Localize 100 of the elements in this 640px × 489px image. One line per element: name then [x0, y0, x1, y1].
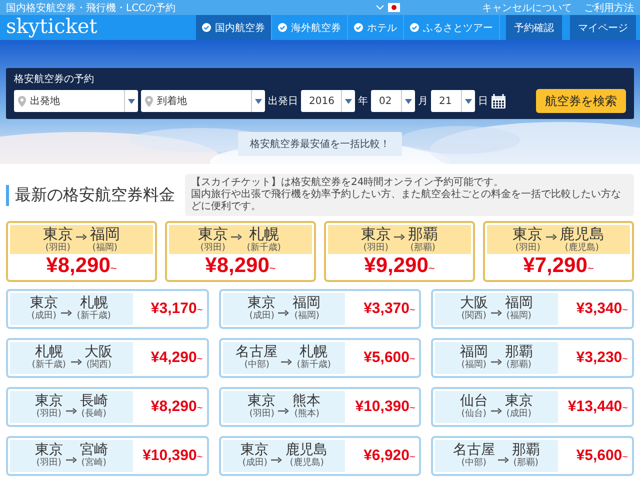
price: ¥8,290: [46, 254, 110, 278]
arrival-city: 鹿児島: [560, 226, 604, 242]
arrival-airport: (鹿児島): [289, 458, 324, 468]
price: ¥8,290: [150, 398, 197, 415]
price: ¥10,390: [142, 447, 197, 464]
select-field[interactable]: 02: [371, 90, 415, 112]
fare-card[interactable]: 仙台 (仙台) 東京 (成田) ¥13,440~: [431, 386, 634, 426]
fare-card[interactable]: 福岡 (福岡) 那覇 (那覇) ¥3,230~: [431, 338, 634, 378]
departure-city: 東京: [30, 296, 58, 311]
caret-down-icon: [255, 98, 262, 104]
departure-city: 東京: [34, 394, 63, 409]
select-field[interactable]: 出発地: [14, 90, 138, 112]
featured-fare-card[interactable]: 東京 (羽田) 札幌 (新千歳) ¥8,290~: [165, 221, 316, 282]
caret-down-icon: [128, 98, 135, 104]
nav-tab[interactable]: 国内航空券: [196, 15, 272, 40]
departure-city: 東京: [361, 226, 391, 242]
departure-airport: (中部): [462, 458, 487, 468]
fare-card[interactable]: 名古屋 (中部) 札幌 (新千歳) ¥5,600~: [218, 338, 422, 378]
description-text: 国内旅行や出張で飛行機を効率予約したい方、また航空会社ごとの料金を一括で比較したい方などに便利です。: [191, 189, 622, 213]
arrival-airport: (関西): [86, 360, 112, 370]
departure-airport: (成田): [242, 458, 267, 468]
arrival-city: 那覇: [408, 226, 438, 242]
departure-city: 東京: [240, 442, 268, 458]
arrow-icon: [546, 234, 556, 240]
arrival-city: 那覇: [512, 442, 540, 458]
unit-label: 年: [358, 95, 368, 108]
price: ¥7,290: [523, 254, 588, 278]
arrow-icon: [491, 310, 502, 316]
price: ¥4,290: [150, 349, 197, 366]
arrival-city: 鹿児島: [285, 442, 328, 458]
tilde-mark: ~: [196, 403, 203, 414]
departure-airport: (関西): [462, 312, 487, 321]
arrow-icon: [278, 408, 290, 414]
fare-card[interactable]: 東京 (成田) 福岡 (福岡) ¥3,370~: [218, 288, 422, 328]
price: ¥5,600: [364, 349, 410, 366]
check-circle-icon: [410, 23, 419, 32]
arrow-icon: [280, 358, 292, 364]
departure-city: 名古屋: [236, 344, 278, 360]
price: ¥9,290: [364, 254, 428, 278]
tilde-mark: ~: [622, 403, 628, 414]
arrow-icon: [70, 358, 82, 364]
arrow-icon: [278, 310, 290, 316]
flag-icon[interactable]: [388, 3, 400, 12]
tilde-mark: ~: [269, 262, 276, 274]
tilde-mark: ~: [622, 354, 628, 365]
header-button[interactable]: 予約確認: [506, 15, 562, 40]
caret-down-icon: [345, 98, 352, 104]
price: ¥13,440: [568, 398, 622, 415]
fare-card[interactable]: 名古屋 (中部) 那覇 (那覇) ¥5,600~: [431, 436, 634, 476]
arrow-icon: [76, 234, 87, 240]
location-pin-icon: [18, 96, 26, 106]
arrow-icon: [60, 310, 72, 316]
chevron-down-icon[interactable]: [376, 5, 384, 10]
search-button[interactable]: 航空券を検索: [536, 89, 626, 113]
fare-card[interactable]: 東京 (成田) 鹿児島 (鹿児島) ¥6,920~: [218, 436, 422, 476]
fare-card[interactable]: 東京 (羽田) 熊本 (熊本) ¥10,390~: [218, 386, 422, 426]
arrival-city: 札幌: [249, 226, 279, 242]
arrival-airport: (新千歳): [76, 312, 111, 321]
arrival-airport: (福岡): [294, 312, 319, 321]
arrow-icon: [491, 358, 502, 364]
price: ¥3,340: [576, 300, 622, 317]
arrow-icon: [498, 456, 510, 462]
arrival-airport: (熊本): [294, 410, 319, 419]
featured-fare-card[interactable]: 東京 (羽田) 那覇 (那覇) ¥9,290~: [324, 221, 475, 282]
departure-airport: (羽田): [248, 410, 274, 419]
site-tagline: 国内格安航空券・飛行機・LCCの予約: [6, 2, 176, 14]
arrival-airport: (福岡): [506, 312, 532, 321]
price: ¥3,170: [150, 300, 197, 317]
departure-city: 東京: [512, 226, 542, 242]
fare-card[interactable]: 札幌 (新千歳) 大阪 (関西) ¥4,290~: [6, 338, 209, 378]
tilde-mark: ~: [110, 262, 117, 274]
featured-fare-card[interactable]: 東京 (羽田) 鹿児島 (鹿児島) ¥7,290~: [483, 221, 634, 282]
fare-card[interactable]: 東京 (成田) 札幌 (新千歳) ¥3,170~: [6, 288, 209, 328]
calendar-icon[interactable]: [491, 94, 506, 108]
arrival-city: 長崎: [80, 394, 108, 409]
fare-card[interactable]: 東京 (羽田) 宮崎 (宮崎) ¥10,390~: [6, 436, 209, 476]
departure-airport: (羽田): [514, 243, 540, 252]
fare-card[interactable]: 大阪 (関西) 福岡 (福岡) ¥3,340~: [431, 288, 634, 328]
price: ¥10,390: [355, 398, 410, 415]
arrival-airport: (鹿児島): [564, 243, 600, 252]
select-field[interactable]: 到着地: [141, 90, 265, 112]
arrival-city: 福岡: [505, 296, 534, 311]
select-field[interactable]: 2016: [301, 90, 355, 112]
check-circle-icon: [278, 23, 287, 32]
arrival-airport: (福岡): [92, 243, 118, 252]
compare-button[interactable]: 格安航空券最安値を一括比較！: [238, 132, 402, 156]
tilde-mark: ~: [409, 452, 416, 463]
select-field[interactable]: 21: [431, 90, 475, 112]
departure-city: 東京: [198, 226, 228, 242]
departure-airport: (羽田): [36, 458, 62, 468]
tilde-mark: ~: [622, 305, 628, 316]
arrival-city: 福岡: [292, 296, 320, 311]
fare-card[interactable]: 東京 (羽田) 長崎 (長崎) ¥8,290~: [6, 386, 209, 426]
departure-airport: (中部): [244, 360, 270, 370]
arrow-icon: [66, 408, 77, 414]
header-button[interactable]: マイページ: [570, 15, 636, 40]
featured-fare-card[interactable]: 東京 (羽田) 福岡 (福岡) ¥8,290~: [6, 221, 157, 282]
date-label: 出発日: [268, 94, 298, 108]
check-circle-icon: [354, 23, 363, 32]
arrival-airport: (宮崎): [81, 458, 106, 468]
